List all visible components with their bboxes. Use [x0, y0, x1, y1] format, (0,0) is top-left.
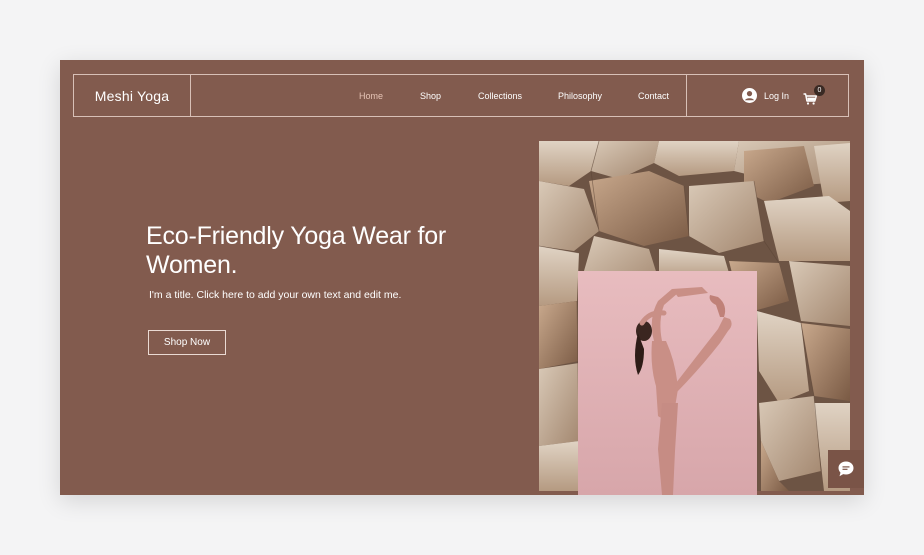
cart-icon — [803, 93, 817, 105]
hero-subtitle: I'm a title. Click here to add your own … — [149, 289, 402, 301]
cart-button[interactable]: 0 — [803, 85, 825, 106]
site-frame: Meshi Yoga Home Shop Collections Philoso… — [60, 60, 864, 495]
nav-item-shop[interactable]: Shop — [420, 75, 441, 116]
nav-item-home[interactable]: Home — [359, 75, 383, 116]
nav-item-collections[interactable]: Collections — [478, 75, 522, 116]
chat-bubble-icon — [838, 461, 854, 477]
yoga-pose-image — [578, 271, 757, 495]
chat-button[interactable] — [828, 450, 864, 488]
main-nav: Home Shop Collections Philosophy Contact — [191, 75, 687, 116]
login-button[interactable]: Log In — [742, 75, 789, 116]
nav-item-philosophy[interactable]: Philosophy — [558, 75, 602, 116]
site-logo[interactable]: Meshi Yoga — [74, 75, 191, 116]
site-header: Meshi Yoga Home Shop Collections Philoso… — [73, 74, 849, 117]
cart-count-badge: 0 — [814, 85, 825, 96]
nav-item-contact[interactable]: Contact — [638, 75, 669, 116]
user-circle-icon — [742, 88, 757, 103]
shop-now-button[interactable]: Shop Now — [148, 330, 226, 355]
hero-title: Eco-Friendly Yoga Wear for Women. — [146, 222, 447, 279]
login-label: Log In — [764, 90, 790, 101]
